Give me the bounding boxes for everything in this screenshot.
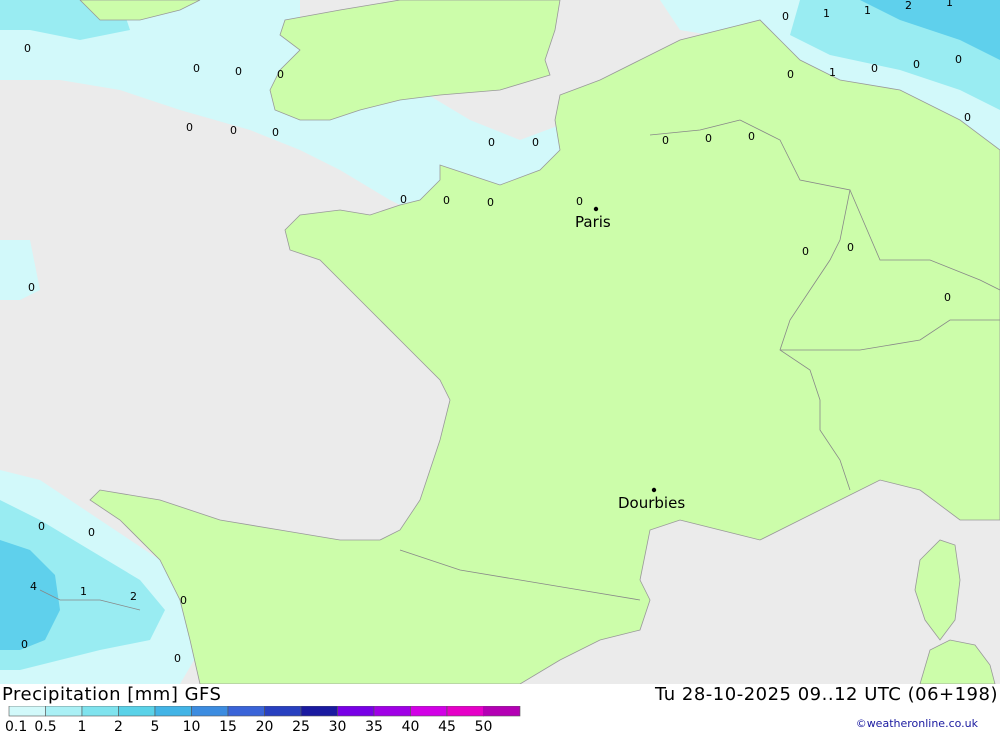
scale-label: 15 (219, 719, 237, 733)
scale-swatch (81, 706, 119, 717)
precip-value: 0 (871, 62, 878, 75)
city-dot-dourbies (651, 487, 657, 493)
precip-value: 1 (864, 4, 871, 17)
scale-swatch (300, 706, 338, 717)
scale-swatch (45, 706, 83, 717)
precip-value: 1 (823, 7, 830, 20)
precip-value: 0 (235, 65, 242, 78)
scale-label: 0.5 (34, 719, 56, 733)
precip-value: 0 (802, 245, 809, 258)
map-valid-time: Tu 28-10-2025 09..12 UTC (06+198) (655, 684, 998, 705)
scale-swatch (154, 706, 192, 717)
precip-value: 0 (193, 62, 200, 75)
precip-value: 0 (28, 281, 35, 294)
scale-swatch (264, 706, 302, 717)
precip-value: 1 (946, 0, 953, 9)
city-label-dourbies: Dourbies (618, 494, 685, 512)
precip-value: 2 (130, 590, 137, 603)
precip-value: 0 (782, 10, 789, 23)
precip-value: 0 (400, 193, 407, 206)
precip-value: 0 (174, 652, 181, 665)
precip-value: 0 (847, 241, 854, 254)
precip-value: 0 (576, 195, 583, 208)
city-dot-paris (593, 206, 599, 212)
scale-swatch (373, 706, 411, 717)
weather-map: Paris Dourbies 0 0 0 0 0 0 0 0 0 0 0 0 0… (0, 0, 1000, 685)
precip-value: 0 (944, 291, 951, 304)
precip-scale: 0.1 0.5 1 2 5 10 15 20 25 30 35 40 45 50 (5, 706, 521, 733)
scale-label: 35 (365, 719, 383, 733)
scale-label: 30 (329, 719, 347, 733)
scale-label: 20 (256, 719, 274, 733)
scale-label: 40 (402, 719, 420, 733)
precip-value: 0 (24, 42, 31, 55)
scale-swatch (337, 706, 375, 717)
scale-label: 1 (78, 719, 87, 733)
scale-label: 5 (151, 719, 160, 733)
precip-value: 0 (443, 194, 450, 207)
city-label-paris: Paris (575, 213, 611, 231)
precip-value: 0 (186, 121, 193, 134)
scale-swatch (446, 706, 484, 717)
precip-value: 2 (905, 0, 912, 12)
precip-value: 1 (80, 585, 87, 598)
scale-swatch (191, 706, 229, 717)
precip-value: 0 (955, 53, 962, 66)
precip-value: 1 (829, 66, 836, 79)
scale-swatch (227, 706, 265, 717)
scale-label: 45 (438, 719, 456, 733)
credit-link[interactable]: ©weatheronline.co.uk (856, 717, 978, 730)
scale-label: 25 (292, 719, 310, 733)
precip-value: 0 (180, 594, 187, 607)
precip-value: 0 (277, 68, 284, 81)
precip-value: 0 (272, 126, 279, 139)
scale-label: 10 (183, 719, 201, 733)
scale-swatch (118, 706, 156, 717)
precip-value: 4 (30, 580, 37, 593)
map-title: Precipitation [mm] GFS (2, 684, 222, 705)
precip-value: 0 (488, 136, 495, 149)
precip-value: 0 (748, 130, 755, 143)
precip-value: 0 (662, 134, 669, 147)
precip-value: 0 (21, 638, 28, 651)
precip-value: 0 (230, 124, 237, 137)
bottom-bar: Precipitation [mm] GFS Tu 28-10-2025 09.… (0, 684, 1000, 733)
scale-swatch (410, 706, 448, 717)
scale-label: 0.1 (5, 719, 27, 733)
scale-swatch (8, 706, 46, 717)
precip-value: 0 (913, 58, 920, 71)
precip-value: 0 (532, 136, 539, 149)
precip-value: 0 (88, 526, 95, 539)
precip-value: 0 (487, 196, 494, 209)
precip-value: 0 (38, 520, 45, 533)
scale-label: 2 (114, 719, 123, 733)
precip-value: 0 (964, 111, 971, 124)
precip-value: 0 (705, 132, 712, 145)
scale-label: 50 (475, 719, 493, 733)
precip-value: 0 (787, 68, 794, 81)
